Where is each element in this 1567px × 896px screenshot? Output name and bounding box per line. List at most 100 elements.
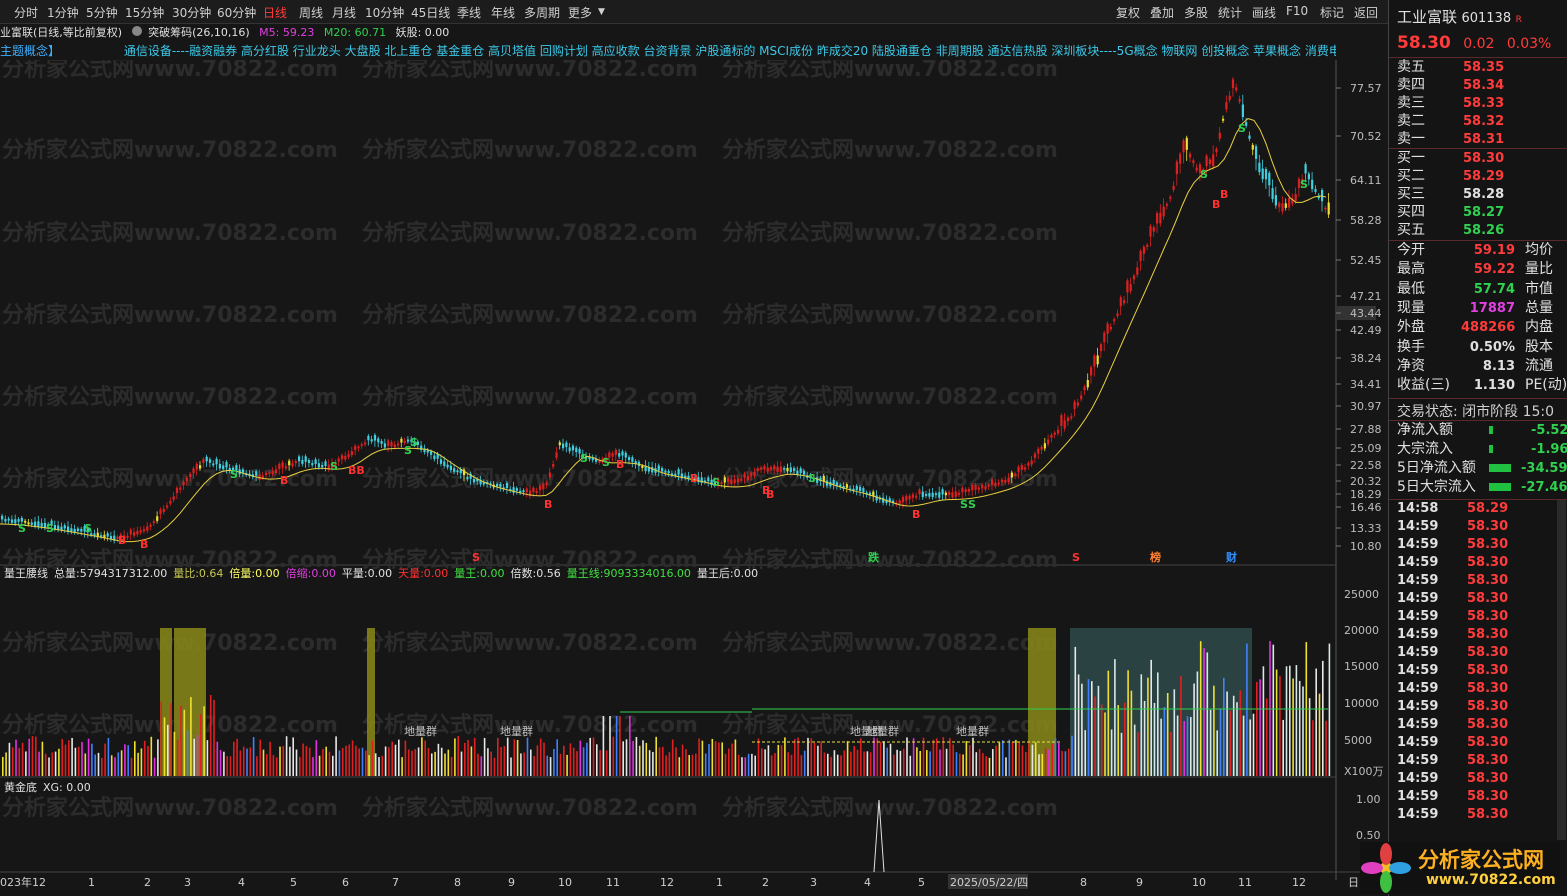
tool-button-0[interactable]: 复权 <box>1116 4 1140 21</box>
tick-row[interactable]: 14:59 58.30 <box>1397 734 1508 752</box>
ask-row[interactable]: 卖三 58.33 <box>1397 94 1504 113</box>
period-tab-9[interactable]: 10分钟 <box>365 4 404 21</box>
volume-bar <box>605 750 608 776</box>
candle-body <box>756 468 759 472</box>
period-tab-1[interactable]: 1分钟 <box>47 4 79 21</box>
tick-price: 58.30 <box>1467 573 1509 588</box>
candle-body <box>1307 173 1310 180</box>
sell-signal: S <box>230 468 238 481</box>
volume-bar <box>563 745 565 776</box>
volume-bar <box>1298 680 1301 776</box>
stat-value: 59.22 <box>1473 262 1515 278</box>
concept-tag[interactable]: 主题概念】 <box>0 44 60 58</box>
candle-body <box>727 477 730 483</box>
tick-row[interactable]: 14:59 58.30 <box>1397 590 1508 608</box>
volume-bar <box>239 750 242 776</box>
main-chart[interactable]: 分析家公式网www.70822.com 分析家公式网www.70822.com 分析… <box>0 60 1388 896</box>
period-tab-6[interactable]: 日线 <box>263 4 287 21</box>
tick-row[interactable]: 14:59 58.30 <box>1397 806 1508 824</box>
candle-body <box>661 468 664 472</box>
candle-body <box>1109 326 1112 330</box>
period-tab-8[interactable]: 月线 <box>332 4 356 21</box>
tick-row[interactable]: 14:59 58.30 <box>1397 572 1508 590</box>
tick-row[interactable]: 14:59 58.30 <box>1397 644 1508 662</box>
period-tab-2[interactable]: 5分钟 <box>86 4 118 21</box>
tool-button-4[interactable]: 画线 <box>1252 4 1276 21</box>
bid-row[interactable]: 买三 58.28 <box>1397 185 1504 204</box>
event-marker[interactable]: 跌 <box>868 550 880 564</box>
tick-row[interactable]: 14:59 58.30 <box>1397 680 1508 698</box>
tick-time: 14:59 <box>1397 627 1439 642</box>
volume-bar <box>256 756 258 776</box>
sell-signal: S <box>960 498 968 511</box>
period-tab-12[interactable]: 年线 <box>491 4 515 21</box>
tool-button-1[interactable]: 叠加 <box>1150 4 1174 21</box>
candle-body <box>1017 466 1020 473</box>
tick-row[interactable]: 14:59 58.30 <box>1397 770 1508 788</box>
candle-body <box>928 493 931 497</box>
candle-body <box>1033 453 1037 458</box>
indicator-name[interactable]: 突破筹码(26,10,16) <box>148 26 250 39</box>
bid-row[interactable]: 买四 58.27 <box>1397 203 1504 222</box>
tick-row[interactable]: 14:59 58.30 <box>1397 716 1508 734</box>
tick-row[interactable]: 14:59 58.30 <box>1397 608 1508 626</box>
candle-body <box>562 443 565 449</box>
period-tab-10[interactable]: 45日线 <box>411 4 450 21</box>
candle-body <box>1063 420 1066 429</box>
volume-bar <box>1084 730 1086 776</box>
tick-row[interactable]: 14:59 58.30 <box>1397 662 1508 680</box>
volume-bar <box>975 752 978 776</box>
volume-bar <box>308 747 311 776</box>
tick-price: 58.30 <box>1467 789 1509 804</box>
period-tab-3[interactable]: 15分钟 <box>125 4 164 21</box>
period-tab-4[interactable]: 30分钟 <box>172 4 211 21</box>
period-tab-0[interactable]: 分时 <box>14 4 38 21</box>
tick-row[interactable]: 14:59 58.30 <box>1397 698 1508 716</box>
ask-row[interactable]: 卖五 58.35 <box>1397 58 1504 77</box>
candle-body <box>340 455 344 460</box>
tool-button-6[interactable]: 标记 <box>1320 4 1344 21</box>
period-tab-14[interactable]: 更多 <box>568 4 592 21</box>
candle-body <box>281 462 284 468</box>
volume-bar <box>1034 742 1037 776</box>
period-tab-13[interactable]: 多周期 <box>524 4 560 21</box>
tick-scrollbar[interactable] <box>1557 500 1566 840</box>
period-tab-5[interactable]: 60分钟 <box>217 4 256 21</box>
period-tab-11[interactable]: 季线 <box>457 4 481 21</box>
tick-row[interactable]: 14:59 58.30 <box>1397 536 1508 554</box>
tick-row[interactable]: 14:59 58.30 <box>1397 626 1508 644</box>
event-marker[interactable]: 财 <box>1225 550 1237 564</box>
bid-row[interactable]: 买二 58.29 <box>1397 167 1504 186</box>
bid-row[interactable]: 买一 58.30 <box>1397 149 1504 168</box>
volume-bar <box>536 745 539 776</box>
event-marker[interactable]: S <box>472 551 480 564</box>
tick-row[interactable]: 14:59 58.30 <box>1397 752 1508 770</box>
candle-body <box>1119 297 1122 307</box>
volume-bar <box>523 752 525 776</box>
candle-body <box>1268 172 1271 186</box>
tick-row[interactable]: 14:58 58.29 <box>1397 500 1508 518</box>
flow-bar <box>1489 426 1493 434</box>
volume-bar <box>629 716 631 776</box>
tick-row[interactable]: 14:59 58.30 <box>1397 788 1508 806</box>
ask-row[interactable]: 卖四 58.34 <box>1397 76 1504 95</box>
ask-row[interactable]: 卖一 58.31 <box>1397 130 1504 149</box>
ask-row[interactable]: 卖二 58.32 <box>1397 112 1504 131</box>
bid-row[interactable]: 买五 58.26 <box>1397 221 1504 240</box>
period-tab-7[interactable]: 周线 <box>299 4 323 21</box>
more-dropdown-icon[interactable]: ▼ <box>598 7 605 17</box>
candle-body <box>152 521 155 523</box>
event-marker[interactable]: 榜 <box>1150 550 1161 564</box>
tool-button-2[interactable]: 多股 <box>1184 4 1208 21</box>
volume-bar <box>916 747 918 776</box>
volume-bar <box>252 737 255 776</box>
tool-button-5[interactable]: F10 <box>1286 4 1308 18</box>
tick-row[interactable]: 14:59 58.30 <box>1397 518 1508 536</box>
tool-button-3[interactable]: 统计 <box>1218 4 1242 21</box>
tool-button-7[interactable]: 返回 <box>1354 4 1378 21</box>
volume-bar <box>490 751 492 776</box>
event-marker[interactable]: S <box>1072 551 1080 564</box>
volume-bar <box>556 739 558 776</box>
tick-row[interactable]: 14:59 58.30 <box>1397 554 1508 572</box>
indicator-toggle-icon[interactable] <box>131 26 142 36</box>
